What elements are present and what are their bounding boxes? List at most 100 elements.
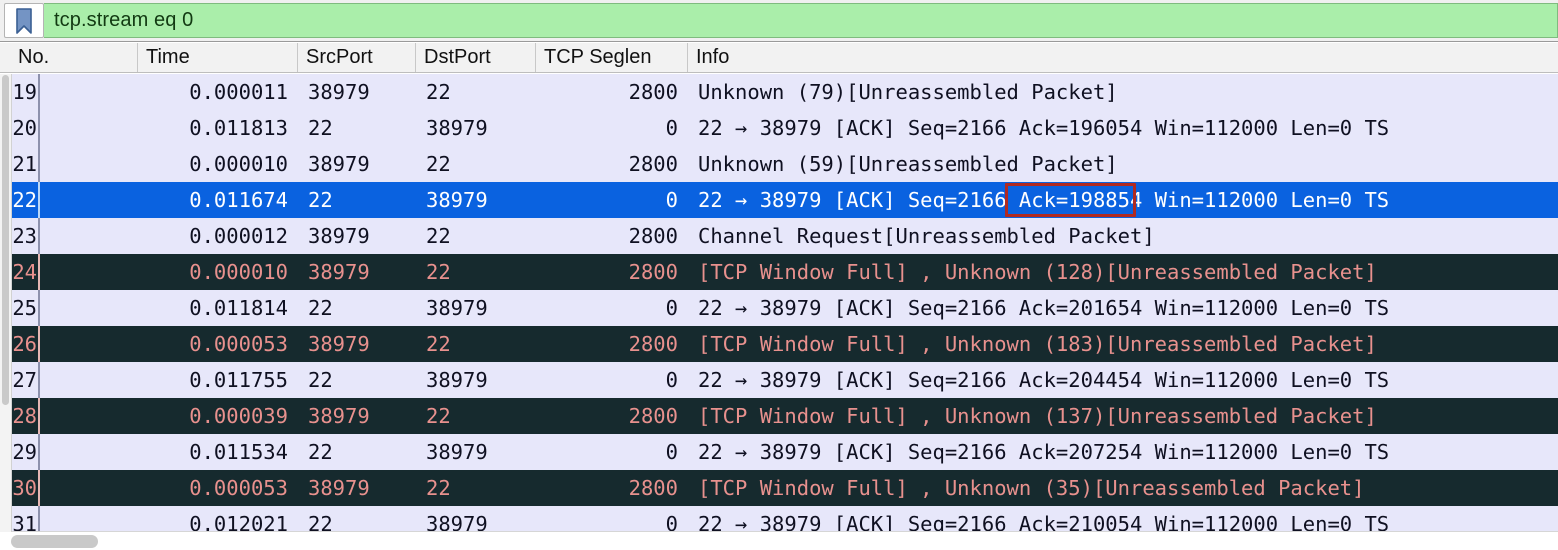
packet-time: 0.012021 [189, 512, 288, 532]
packet-srcport: 38979 [308, 80, 370, 104]
packet-tcp-seglen: 2800 [628, 260, 678, 284]
row-column-separator [38, 434, 40, 470]
packet-time: 0.000010 [189, 260, 288, 284]
packet-srcport: 22 [308, 368, 333, 392]
packet-srcport: 22 [308, 116, 333, 140]
packet-list-header: No. Time SrcPort DstPort TCP Seglen Info [0, 43, 1558, 73]
column-header-tcp-seglen[interactable]: TCP Seglen [536, 43, 688, 72]
packet-row[interactable]: 221 0.000010 38979 22 2800 Unknown (59)[Unrea… [0, 146, 1558, 182]
packet-dstport: 38979 [426, 188, 488, 212]
packet-srcport: 38979 [308, 404, 370, 428]
display-filter-input[interactable]: tcp.stream eq 0 [44, 3, 1558, 38]
packet-time: 0.000053 [189, 332, 288, 356]
packet-info: [TCP Window Full] , Unknown (128)[Unreas… [698, 260, 1377, 284]
packet-time: 0.011674 [189, 188, 288, 212]
row-column-separator [38, 506, 40, 532]
column-header-info[interactable]: Info [688, 43, 1458, 72]
row-column-separator [38, 254, 40, 290]
packet-info: Unknown (79)[Unreassembled Packet] [698, 80, 1118, 104]
packet-no: 220 [0, 116, 38, 140]
column-header-dstport[interactable]: DstPort [416, 43, 536, 72]
packet-dstport: 22 [426, 260, 451, 284]
packet-no: 231 [0, 512, 38, 532]
packet-row[interactable]: 219 0.000011 38979 22 2800 Unknown (79)[Unrea… [0, 74, 1558, 110]
packet-row[interactable]: 231 0.012021 22 38979 0 22 → 38979 [ACK] Seq=… [0, 506, 1558, 532]
packet-dstport: 38979 [426, 368, 488, 392]
packet-row[interactable]: 224 0.000010 38979 22 2800 [TCP Window Full] … [0, 254, 1558, 290]
packet-srcport: 22 [308, 512, 333, 532]
packet-row[interactable]: 220 0.011813 22 38979 0 22 → 38979 [ACK] Seq=… [0, 110, 1558, 146]
packet-srcport: 38979 [308, 224, 370, 248]
packet-tcp-seglen: 0 [665, 512, 678, 532]
packet-row[interactable]: 228 0.000039 38979 22 2800 [TCP Window Full] … [0, 398, 1558, 434]
packet-tcp-seglen: 2800 [628, 80, 678, 104]
packet-srcport: 22 [308, 440, 333, 464]
column-header-srcport[interactable]: SrcPort [298, 43, 416, 72]
vertical-scrollbar-thumb[interactable] [2, 75, 9, 405]
packet-dstport: 22 [426, 404, 451, 428]
column-header-no[interactable]: No. [0, 43, 138, 72]
packet-dstport: 38979 [426, 512, 488, 532]
row-column-separator [38, 218, 40, 254]
column-header-time[interactable]: Time [138, 43, 298, 72]
packet-dstport: 38979 [426, 116, 488, 140]
packet-no: 224 [0, 260, 38, 284]
packet-info: Channel Request[Unreassembled Packet] [698, 224, 1155, 248]
packet-srcport: 38979 [308, 260, 370, 284]
packet-info: 22 → 38979 [ACK] Seq=2166 Ack=196054 Win… [698, 116, 1390, 140]
vertical-scrollbar[interactable] [0, 74, 12, 532]
packet-info: 22 → 38979 [ACK] Seq=2166 Ack=207254 Win… [698, 440, 1390, 464]
bookmark-icon[interactable] [4, 3, 44, 38]
row-column-separator [38, 110, 40, 146]
packet-no: 229 [0, 440, 38, 464]
packet-no: 221 [0, 152, 38, 176]
packet-dstport: 22 [426, 332, 451, 356]
horizontal-scrollbar-thumb[interactable] [11, 535, 98, 548]
packet-time: 0.000011 [189, 80, 288, 104]
packet-time: 0.011813 [189, 116, 288, 140]
packet-tcp-seglen: 2800 [628, 152, 678, 176]
packet-row[interactable]: 227 0.011755 22 38979 0 22 → 38979 [ACK] Seq=… [0, 362, 1558, 398]
packet-no: 230 [0, 476, 38, 500]
packet-dstport: 38979 [426, 440, 488, 464]
packet-no: 219 [0, 80, 38, 104]
packet-tcp-seglen: 2800 [628, 332, 678, 356]
packet-time: 0.000010 [189, 152, 288, 176]
packet-row[interactable]: 226 0.000053 38979 22 2800 [TCP Window Full] … [0, 326, 1558, 362]
row-column-separator [38, 362, 40, 398]
packet-row[interactable]: 230 0.000053 38979 22 2800 [TCP Window Full] … [0, 470, 1558, 506]
packet-row[interactable]: 225 0.011814 22 38979 0 22 → 38979 [ACK] Seq=… [0, 290, 1558, 326]
packet-srcport: 22 [308, 188, 333, 212]
packet-tcp-seglen: 0 [665, 116, 678, 140]
packet-srcport: 22 [308, 296, 333, 320]
row-column-separator [38, 470, 40, 506]
packet-tcp-seglen: 0 [665, 440, 678, 464]
packet-row[interactable]: 222 0.011674 22 38979 0 22 → 38979 [ACK] Seq=… [0, 182, 1558, 218]
packet-info: 22 → 38979 [ACK] Seq=2166 Ack=210054 Win… [698, 512, 1390, 532]
packet-row[interactable]: 229 0.011534 22 38979 0 22 → 38979 [ACK] Seq=… [0, 434, 1558, 470]
packet-tcp-seglen: 2800 [628, 224, 678, 248]
display-filter-bar: tcp.stream eq 0 [0, 0, 1558, 42]
horizontal-scrollbar[interactable] [0, 532, 1558, 550]
row-column-separator [38, 326, 40, 362]
packet-info: 22 → 38979 [ACK] Seq=2166 Ack=204454 Win… [698, 368, 1390, 392]
packet-srcport: 38979 [308, 476, 370, 500]
packet-srcport: 38979 [308, 332, 370, 356]
row-column-separator [38, 74, 40, 110]
row-column-separator [38, 146, 40, 182]
packet-dstport: 22 [426, 224, 451, 248]
row-column-separator [38, 398, 40, 434]
packet-tcp-seglen: 0 [665, 368, 678, 392]
packet-tcp-seglen: 0 [665, 188, 678, 212]
packet-info: [TCP Window Full] , Unknown (35)[Unreass… [698, 476, 1365, 500]
packet-info: 22 → 38979 [ACK] Seq=2166 Ack=198854 Win… [698, 188, 1390, 212]
row-column-separator [38, 290, 40, 326]
packet-info: [TCP Window Full] , Unknown (137)[Unreas… [698, 404, 1377, 428]
packet-no: 226 [0, 332, 38, 356]
packet-no: 222 [0, 188, 38, 212]
packet-time: 0.011814 [189, 296, 288, 320]
packet-time: 0.000039 [189, 404, 288, 428]
packet-row[interactable]: 223 0.000012 38979 22 2800 Channel Request[Un… [0, 218, 1558, 254]
packet-list[interactable]: 219 0.000011 38979 22 2800 Unknown (79)[Unrea… [0, 74, 1558, 532]
packet-srcport: 38979 [308, 152, 370, 176]
